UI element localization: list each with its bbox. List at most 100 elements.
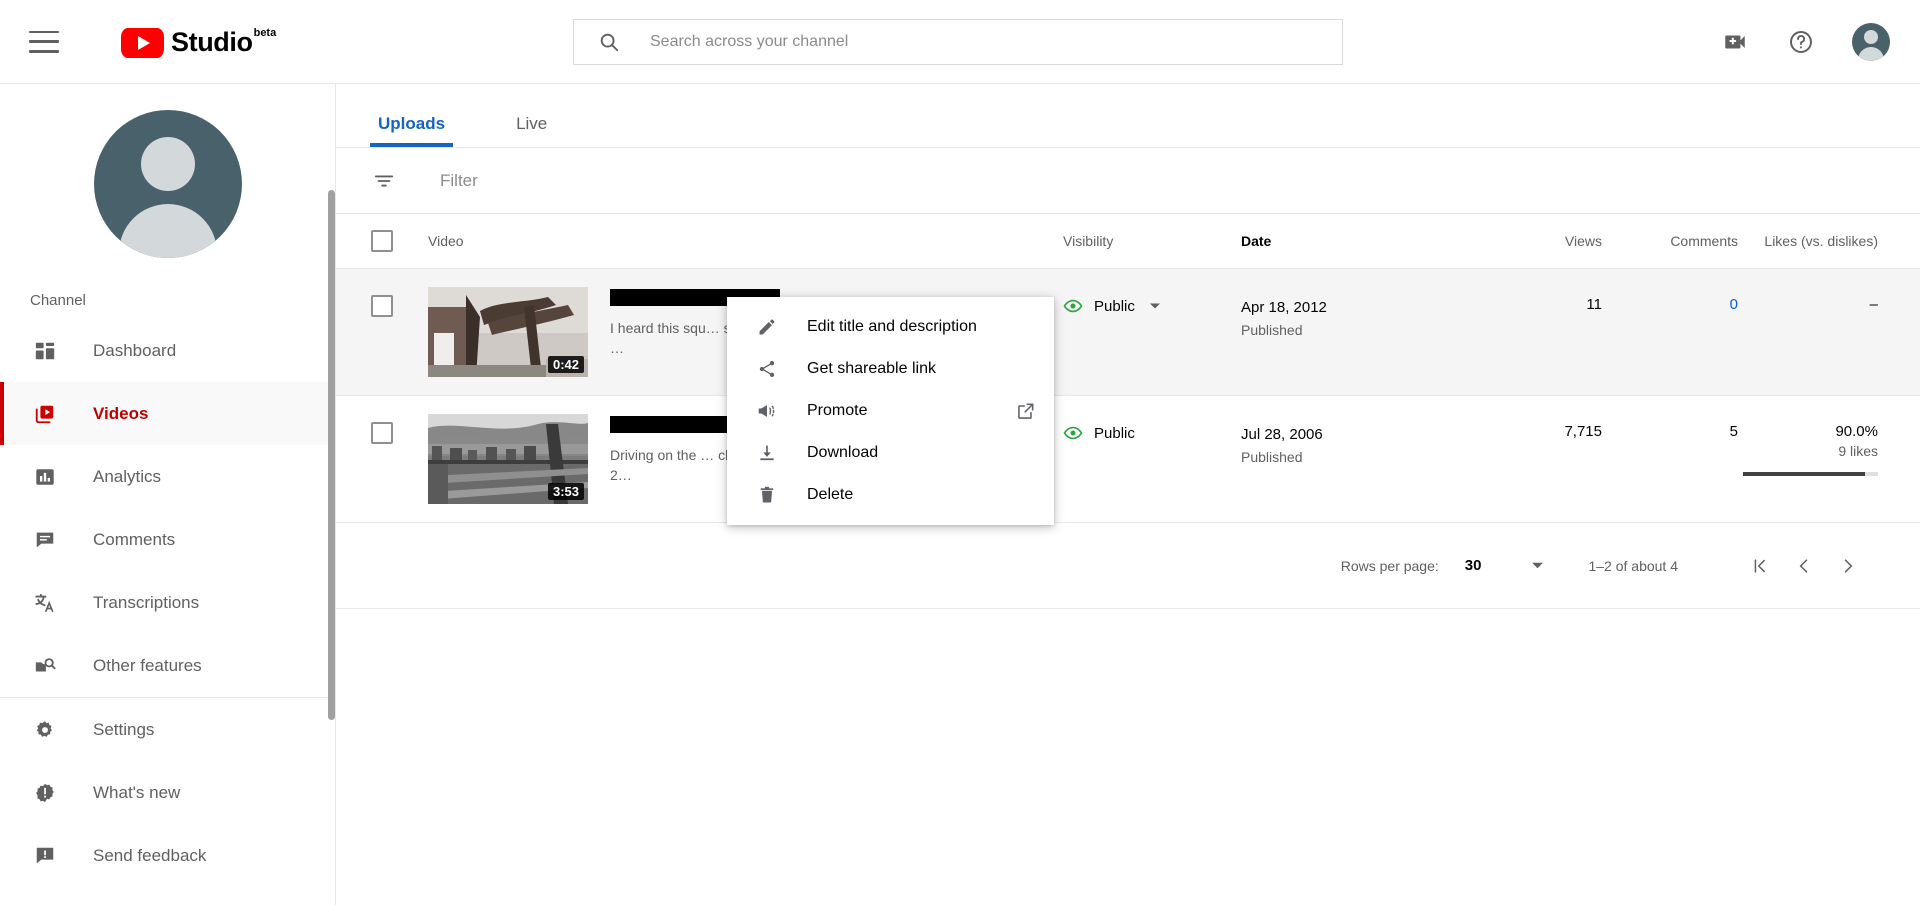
- sidebar-item-send-feedback[interactable]: Send feedback: [0, 824, 335, 887]
- channel-avatar-icon[interactable]: [93, 110, 242, 258]
- date-cell: Jul 28, 2006 Published: [1241, 414, 1466, 469]
- sidebar-item-label: Videos: [93, 403, 149, 423]
- filter-input[interactable]: [438, 169, 838, 192]
- publish-status: Published: [1241, 322, 1303, 338]
- video-duration: 3:53: [547, 483, 584, 500]
- open-in-new-icon: [1016, 401, 1036, 421]
- sidebar-item-label: Analytics: [93, 466, 162, 486]
- tab-live[interactable]: Live: [508, 114, 555, 147]
- chevron-down-icon[interactable]: [1531, 559, 1544, 572]
- menu-item-delete[interactable]: Delete: [727, 474, 1054, 516]
- views-count: 7,715: [1564, 423, 1602, 440]
- video-context-menu: Edit title and description Get shareable…: [727, 297, 1054, 525]
- menu-item-get-shareable-link[interactable]: Get shareable link: [727, 348, 1054, 390]
- gear-icon: [30, 715, 60, 745]
- table-row[interactable]: 0:42 I heard this squ… special; just a ……: [336, 269, 1920, 396]
- publish-date: Apr 18, 2012: [1241, 299, 1327, 316]
- sidebar-item-label: Send feedback: [93, 845, 207, 865]
- pagination-range: 1–2 of about 4: [1588, 557, 1678, 574]
- sidebar-item-label: Transcriptions: [93, 592, 200, 612]
- top-bar-actions: [1720, 0, 1890, 84]
- visibility-cell[interactable]: Public: [1063, 287, 1241, 316]
- pagination-bar: Rows per page: 30 1–2 of about 4: [336, 523, 1920, 609]
- comments-cell[interactable]: 5: [1602, 414, 1738, 440]
- create-video-icon[interactable]: [1720, 27, 1750, 57]
- sidebar-item-transcriptions[interactable]: Transcriptions: [0, 571, 335, 634]
- video-duration: 0:42: [547, 356, 584, 373]
- column-header-likes[interactable]: Likes (vs. dislikes): [1738, 233, 1920, 249]
- tab-uploads[interactable]: Uploads: [370, 114, 454, 147]
- sidebar-item-partial[interactable]: [0, 887, 335, 905]
- menu-item-edit-title[interactable]: Edit title and description: [727, 306, 1054, 348]
- sidebar-item-settings[interactable]: Settings: [0, 698, 335, 761]
- publish-date: Jul 28, 2006: [1241, 426, 1323, 443]
- trash-icon: [755, 483, 779, 507]
- sidebar-item-analytics[interactable]: Analytics: [0, 445, 335, 508]
- likes-percent: 90.0%: [1835, 423, 1878, 440]
- column-header-date[interactable]: Date: [1241, 233, 1466, 249]
- previous-page-icon[interactable]: [1782, 544, 1826, 588]
- sidebar-item-whats-new[interactable]: What's new: [0, 761, 335, 824]
- comments-count[interactable]: 5: [1602, 414, 1738, 440]
- visibility-label: Public: [1094, 424, 1135, 442]
- row-checkbox[interactable]: [371, 295, 393, 317]
- menu-item-label: Delete: [807, 486, 854, 503]
- likes-cell: 90.0% 9 likes: [1738, 414, 1920, 476]
- row-checkbox[interactable]: [371, 422, 393, 444]
- sidebar-item-label: What's new: [93, 782, 181, 802]
- search-input[interactable]: [648, 32, 1288, 52]
- sidebar-item-other-features[interactable]: Other features: [0, 634, 335, 697]
- sidebar-item-label: Other features: [93, 655, 202, 675]
- row-checkbox-cell: [336, 414, 428, 444]
- search-icon: [598, 31, 620, 53]
- public-eye-icon: [1063, 423, 1083, 443]
- comments-count[interactable]: 0: [1602, 287, 1738, 313]
- video-thumbnail[interactable]: 0:42: [428, 287, 588, 377]
- visibility-label: Public: [1094, 297, 1135, 315]
- brand-title: Studio: [171, 26, 253, 57]
- hamburger-icon[interactable]: [29, 30, 59, 53]
- youtube-logo-icon: [121, 27, 164, 58]
- select-all-checkbox-cell: [336, 230, 428, 252]
- next-page-icon[interactable]: [1826, 544, 1870, 588]
- views-cell: 11: [1466, 287, 1602, 313]
- column-header-video[interactable]: Video: [428, 233, 1063, 249]
- first-page-icon[interactable]: [1738, 544, 1782, 588]
- sidebar-item-videos[interactable]: Videos: [0, 382, 335, 445]
- table-header: Video Visibility Date Views Comments Lik…: [336, 214, 1920, 269]
- rows-per-page-value[interactable]: 30: [1465, 557, 1482, 574]
- dashboard-grid-icon: [30, 336, 60, 366]
- videos-play-icon: [30, 399, 60, 429]
- megaphone-icon: [755, 399, 779, 423]
- column-header-visibility[interactable]: Visibility: [1063, 233, 1241, 249]
- studio-brand[interactable]: Studio beta: [121, 25, 276, 59]
- public-eye-icon: [1063, 296, 1083, 316]
- main-content: Uploads Live Video Visibility Date Views…: [336, 84, 1920, 905]
- filter-icon[interactable]: [370, 167, 398, 195]
- column-header-views[interactable]: Views: [1466, 233, 1602, 249]
- sidebar-item-comments[interactable]: Comments: [0, 508, 335, 571]
- search-bar[interactable]: [573, 19, 1343, 65]
- sidebar-scrollbar[interactable]: [328, 190, 335, 720]
- menu-item-label: Download: [807, 444, 879, 461]
- menu-item-download[interactable]: Download: [727, 432, 1054, 474]
- share-icon: [755, 357, 779, 381]
- column-header-comments[interactable]: Comments: [1602, 233, 1738, 249]
- comments-cell[interactable]: 0: [1602, 287, 1738, 313]
- chevron-down-icon[interactable]: [1149, 300, 1161, 312]
- whats-new-alert-icon: [30, 778, 60, 808]
- likes-percent: –: [1869, 296, 1878, 313]
- sidebar-item-dashboard[interactable]: Dashboard: [0, 319, 335, 382]
- account-avatar-icon[interactable]: [1852, 23, 1890, 61]
- select-all-checkbox[interactable]: [371, 230, 393, 252]
- menu-item-promote[interactable]: Promote: [727, 390, 1054, 432]
- row-checkbox-cell: [336, 287, 428, 317]
- video-thumbnail[interactable]: 3:53: [428, 414, 588, 504]
- sidebar-item-label: Comments: [93, 529, 176, 549]
- visibility-cell[interactable]: Public: [1063, 414, 1241, 443]
- table-row[interactable]: 3:53 Driving on the … cloudy day in 2… P…: [336, 396, 1920, 523]
- menu-item-label: Promote: [807, 402, 868, 419]
- rows-per-page-label: Rows per page:: [1340, 557, 1439, 574]
- menu-item-label: Get shareable link: [807, 360, 936, 377]
- help-circle-icon[interactable]: [1786, 27, 1816, 57]
